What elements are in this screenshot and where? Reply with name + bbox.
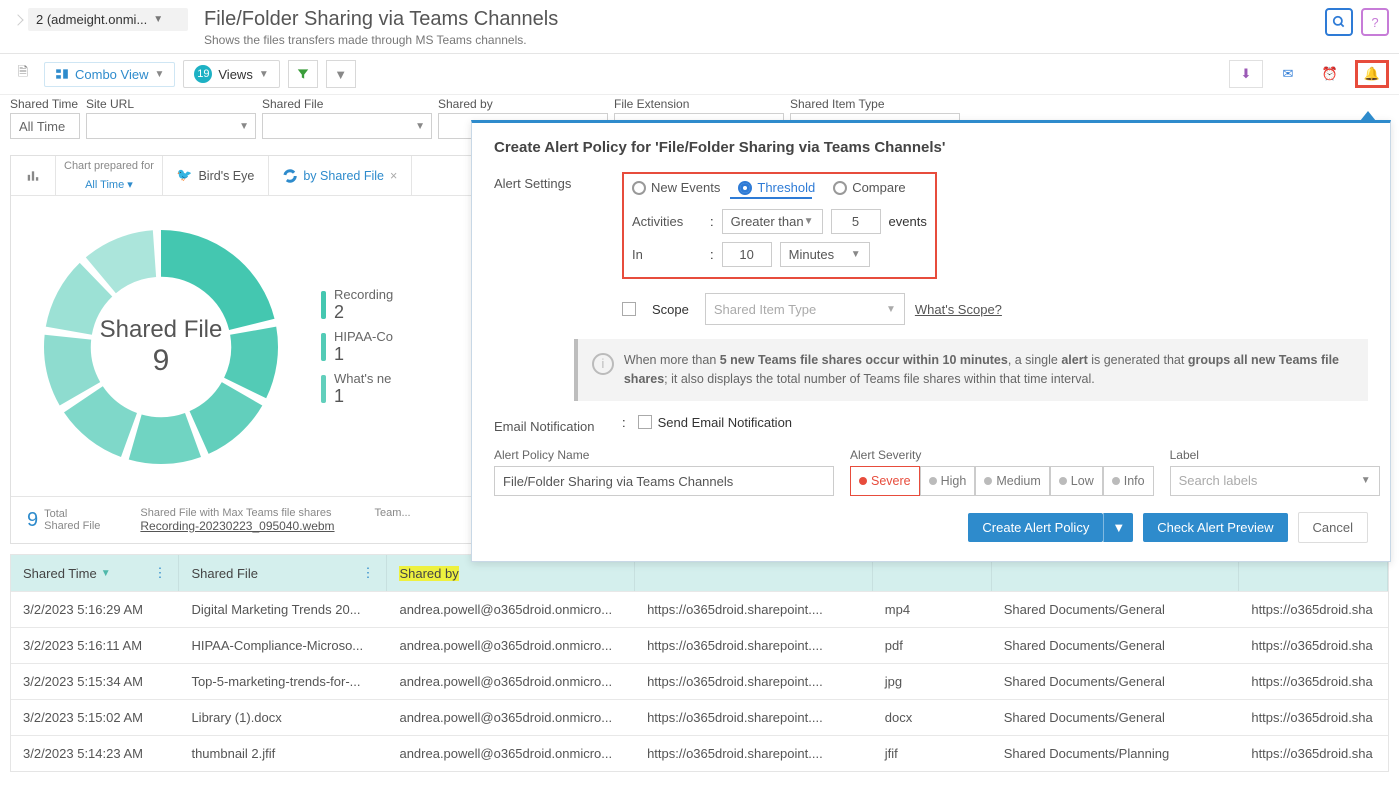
table-row[interactable]: 3/2/2023 5:16:11 AMHIPAA-Compliance-Micr… (11, 627, 1388, 663)
threshold-info-box: i When more than 5 new Teams file shares… (574, 339, 1368, 401)
filter-shared-file[interactable]: ▼ (262, 113, 432, 139)
sort-desc-icon: ▼ (101, 568, 111, 579)
chart-legend: Recording2HIPAA-Co1What's ne1 (321, 281, 393, 413)
severity-low[interactable]: Low (1050, 466, 1103, 496)
table-row[interactable]: 3/2/2023 5:15:02 AMLibrary (1).docxandre… (11, 699, 1388, 735)
filter-button[interactable] (288, 60, 318, 88)
views-count: 19 (194, 65, 212, 83)
by-shared-file-tab[interactable]: by Shared File × (269, 156, 412, 195)
severity-severe[interactable]: Severe (850, 466, 920, 496)
cancel-button[interactable]: Cancel (1298, 512, 1368, 543)
close-icon[interactable]: × (390, 169, 397, 183)
combo-view-button[interactable]: Combo View ▼ (44, 62, 175, 87)
donut-chart: Shared File 9 (31, 217, 291, 477)
chart-prepared-tab[interactable]: Chart prepared for All Time ▾ (56, 156, 163, 195)
check-preview-button[interactable]: Check Alert Preview (1143, 513, 1287, 542)
activities-value-input[interactable]: 5 (831, 209, 881, 234)
tenant-selector[interactable]: 2 (admeight.onmi... ▼ (28, 8, 188, 31)
page-header: 2 (admeight.onmi... ▼ File/Folder Sharin… (0, 0, 1399, 54)
create-alert-button[interactable]: Create Alert Policy (968, 513, 1103, 542)
max-shared-file[interactable]: Recording-20230223_095040.webm (140, 519, 334, 533)
create-alert-dropdown[interactable]: ▼ (1103, 513, 1133, 542)
download-icon[interactable]: ⬇ (1229, 60, 1263, 88)
donut-icon (283, 169, 297, 183)
table-row[interactable]: 3/2/2023 5:15:34 AMTop-5-marketing-trend… (11, 663, 1388, 699)
bar-chart-icon (25, 169, 41, 183)
alert-panel-title: Create Alert Policy for 'File/Folder Sha… (494, 139, 1368, 156)
views-label: Views (218, 67, 252, 82)
filter-site-url[interactable]: ▼ (86, 113, 256, 139)
filter-shared-time[interactable]: All Time (10, 113, 80, 139)
filter-caret[interactable]: ▼ (326, 60, 356, 88)
chevron-right-icon[interactable] (12, 14, 23, 25)
help-icon[interactable]: ? (1361, 8, 1389, 36)
duration-value-input[interactable]: 10 (722, 242, 772, 267)
alert-settings-label: Alert Settings (494, 172, 622, 191)
donut-title: Shared File (100, 316, 223, 344)
scope-checkbox[interactable] (622, 302, 636, 316)
table-row[interactable]: 3/2/2023 5:16:29 AMDigital Marketing Tre… (11, 591, 1388, 627)
severity-high[interactable]: High (920, 466, 976, 496)
panel-arrow (1360, 111, 1376, 121)
caret-down-icon: ▼ (154, 69, 164, 80)
col-shared-time[interactable]: Shared Time▼⋮ (11, 555, 179, 591)
send-email-checkbox[interactable] (638, 415, 652, 429)
table-row[interactable]: 3/2/2023 5:14:23 AMthumbnail 2.jfifandre… (11, 735, 1388, 771)
tab-chart-icon[interactable] (11, 156, 56, 195)
policy-name-input[interactable]: File/Folder Sharing via Teams Channels (494, 466, 834, 496)
threshold-config-box: New Events Threshold Compare Activities … (622, 172, 937, 279)
alert-policy-panel: Create Alert Policy for 'File/Folder Sha… (471, 120, 1391, 562)
alert-bell-icon[interactable]: 🔔 (1355, 60, 1389, 88)
mail-icon[interactable]: ✉ (1271, 60, 1305, 88)
combo-view-label: Combo View (75, 67, 148, 82)
radio-compare[interactable]: Compare (833, 180, 905, 195)
doc-icon[interactable]: 🗎 (10, 61, 36, 87)
filter-item-type-label: Shared Item Type (790, 97, 960, 111)
duration-unit-select[interactable]: Minutes▼ (780, 242, 870, 267)
birds-eye-tab[interactable]: 🐦 Bird's Eye (163, 156, 269, 195)
radio-new-events[interactable]: New Events (632, 180, 720, 195)
filter-shared-by-label: Shared by (438, 97, 608, 111)
results-table: Shared Time▼⋮ Shared File⋮ Shared by 3/2… (10, 554, 1389, 772)
activities-operator-select[interactable]: Greater than▼ (722, 209, 823, 234)
page-title-block: File/Folder Sharing via Teams Channels S… (204, 8, 1325, 47)
tenant-name: 2 (admeight.onmi... (36, 12, 147, 27)
severity-medium[interactable]: Medium (975, 466, 1049, 496)
search-icon[interactable] (1325, 8, 1353, 36)
radio-threshold[interactable]: Threshold (738, 180, 815, 195)
scope-select[interactable]: Shared Item Type▼ (705, 293, 905, 325)
scope-help-link[interactable]: What's Scope? (915, 302, 1002, 317)
views-button[interactable]: 19 Views ▼ (183, 60, 279, 88)
bird-icon: 🐦 (177, 168, 193, 183)
toolbar: 🗎 Combo View ▼ 19 Views ▼ ▼ ⬇ ✉ ⏰ 🔔 (0, 54, 1399, 95)
severity-info[interactable]: Info (1103, 466, 1154, 496)
schedule-icon[interactable]: ⏰ (1313, 60, 1347, 88)
donut-total: 9 (100, 344, 223, 378)
caret-down-icon: ▼ (259, 69, 269, 80)
total-count: 9 (27, 509, 38, 532)
label-search-input[interactable]: Search labels▼ (1170, 466, 1380, 496)
combo-icon (55, 67, 69, 81)
page-subtitle: Shows the files transfers made through M… (204, 33, 1325, 47)
page-title: File/Folder Sharing via Teams Channels (204, 8, 1325, 31)
info-icon: i (592, 353, 614, 375)
filter-shared-file-label: Shared File (262, 97, 432, 111)
col-shared-file[interactable]: Shared File⋮ (179, 555, 387, 591)
filter-shared-time-label: Shared Time (10, 97, 80, 111)
filter-file-extension-label: File Extension (614, 97, 784, 111)
caret-down-icon: ▼ (153, 14, 163, 25)
filter-site-url-label: Site URL (86, 97, 256, 111)
